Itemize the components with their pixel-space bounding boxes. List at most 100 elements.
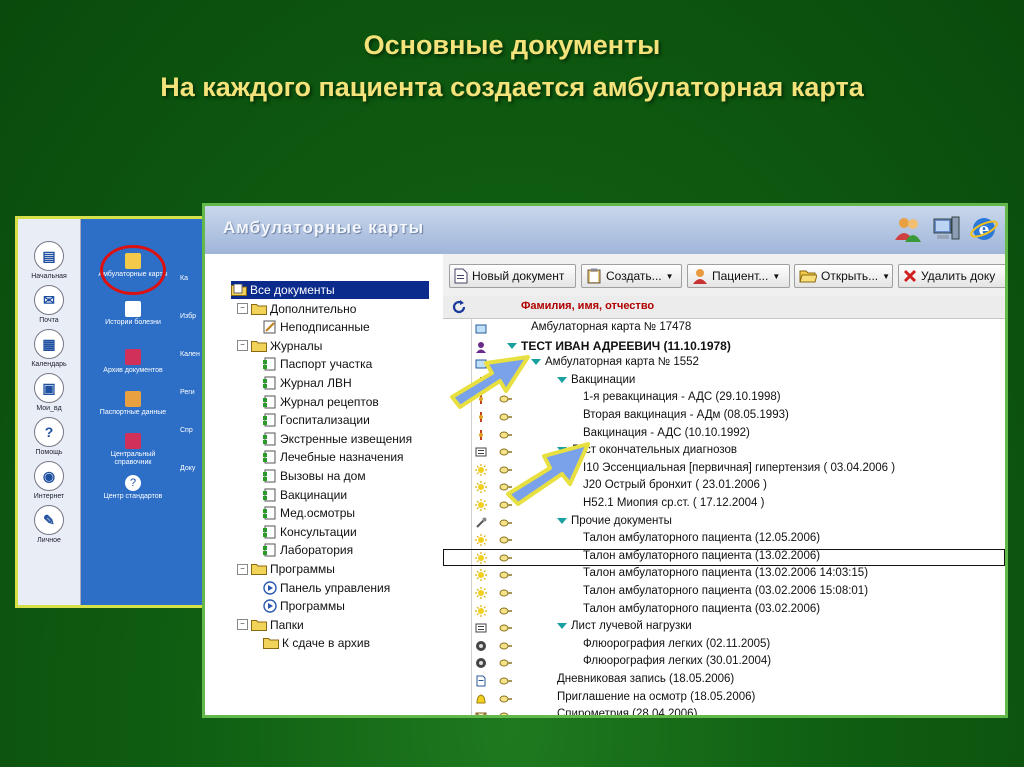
patient-button[interactable]: Пациент... ▼ bbox=[687, 264, 790, 288]
tree-item[interactable]: Лаборатория bbox=[263, 541, 353, 559]
collapse-icon[interactable]: − bbox=[237, 340, 248, 352]
ambulatory-cards-window: Амбулаторные карты e Все документы − Допол… bbox=[202, 203, 1008, 718]
grid-row[interactable]: Лист лучевой нагрузки bbox=[443, 619, 1005, 637]
tree-item-label: Мед.осмотры bbox=[280, 506, 356, 521]
grid-row[interactable]: Флюорография легких (30.01.2004) bbox=[443, 654, 1005, 672]
collapse-icon[interactable]: − bbox=[237, 303, 248, 315]
desktop-item-calendar[interactable]: ▦ Календарь bbox=[18, 329, 80, 368]
grid-row-label: I10 Эссенциальная [первичная] гипертензи… bbox=[583, 461, 896, 474]
navigation-tree: Все документы − Дополнительно Неподписанные… bbox=[205, 254, 444, 715]
desktop-item-label: Центр стандартов bbox=[103, 493, 163, 500]
journal-icon bbox=[263, 450, 276, 464]
tree-item[interactable]: Вызовы на дом bbox=[263, 467, 366, 485]
grid-row[interactable]: Дневниковая запись (18.05.2006) bbox=[443, 672, 1005, 690]
desktop-item-label: Паспортные данные bbox=[99, 409, 167, 416]
create-button[interactable]: Создать... ▼ bbox=[581, 264, 682, 288]
journal-icon bbox=[263, 488, 276, 502]
desktop-item-app[interactable]: Центральный справочник bbox=[96, 433, 170, 467]
tree-item[interactable]: Панель управления bbox=[263, 579, 390, 597]
grid-row[interactable]: Талон амбулаторного пациента (03.02.2006… bbox=[443, 602, 1005, 620]
new-document-button[interactable]: Новый документ bbox=[449, 264, 576, 288]
open-button[interactable]: Открыть... ▼ bbox=[794, 264, 893, 288]
tree-item[interactable]: − Программы bbox=[237, 560, 335, 578]
tree-item[interactable]: Лечебные назначения bbox=[263, 448, 404, 466]
create-dropdown-icon: ▼ bbox=[665, 271, 674, 281]
tree-item[interactable]: Консультации bbox=[263, 523, 357, 541]
desktop-item-app[interactable]: Истории болезни bbox=[96, 301, 170, 327]
expand-triangle-icon[interactable] bbox=[557, 623, 567, 630]
folder-icon bbox=[251, 303, 267, 315]
attachment-icon bbox=[499, 659, 512, 667]
tree-item[interactable]: Все документы bbox=[231, 281, 429, 299]
tree-item[interactable]: Паспорт участка bbox=[263, 355, 372, 373]
tree-item[interactable]: К сдаче в архив bbox=[263, 634, 370, 652]
grid-row-label: Талон амбулаторного пациента (03.02.2006… bbox=[583, 585, 869, 597]
grid-row[interactable]: Амбулаторная карта № 17478 bbox=[443, 320, 1005, 338]
tree-item-label: Журнал рецептов bbox=[280, 394, 379, 409]
tree-item[interactable]: Программы bbox=[263, 597, 345, 615]
window-title: Амбулаторные карты bbox=[223, 218, 425, 237]
tree-item-label: Госпитализации bbox=[280, 413, 370, 428]
diagnosis-icon bbox=[475, 534, 487, 547]
users-icon[interactable] bbox=[893, 214, 923, 244]
personal-icon: ✎ bbox=[34, 505, 64, 535]
desktop-item-documents[interactable]: ▣ Мои_вд bbox=[18, 373, 80, 412]
journal-icon bbox=[263, 376, 276, 390]
tree-item[interactable]: Неподписанные bbox=[263, 318, 370, 336]
desktop-item-help[interactable]: ? Помощь bbox=[18, 417, 80, 456]
delete-document-button[interactable]: Удалить доку bbox=[898, 264, 1005, 288]
tree-item-label: Неподписанные bbox=[280, 320, 370, 335]
grid-row[interactable]: Прочие документы bbox=[443, 514, 1005, 532]
grid-row[interactable]: Флюорография легких (02.11.2005) bbox=[443, 637, 1005, 655]
column-header-name[interactable]: Фамилия, имя, отчество bbox=[521, 300, 654, 312]
tree-item-label: Программы bbox=[270, 562, 335, 576]
tree-item[interactable]: Вакцинации bbox=[263, 486, 347, 504]
help-icon: ? bbox=[34, 417, 64, 447]
people-icon bbox=[125, 391, 141, 407]
desktop-item-mail[interactable]: ✉ Почта bbox=[18, 285, 80, 324]
tree-item[interactable]: − Журналы bbox=[237, 337, 322, 355]
desktop-item-app[interactable]: Паспортные данные bbox=[96, 391, 170, 417]
grid-row[interactable]: Талон амбулаторного пациента (13.02.2006… bbox=[443, 566, 1005, 584]
new-document-icon bbox=[454, 268, 468, 284]
collapse-icon[interactable]: − bbox=[237, 619, 248, 631]
computer-icon[interactable] bbox=[931, 214, 961, 244]
slide-title-line2: На каждого пациента создается амбулаторн… bbox=[160, 72, 864, 102]
expand-triangle-icon[interactable] bbox=[557, 517, 567, 524]
desktop-item-app[interactable]: Архив документов bbox=[96, 349, 170, 375]
refresh-icon[interactable] bbox=[451, 299, 467, 315]
diagnosis-icon bbox=[475, 587, 487, 599]
grid-row[interactable]: Талон амбулаторного пациента (13.02.2006… bbox=[443, 548, 1005, 567]
tree-item[interactable]: Журнал рецептов bbox=[263, 393, 379, 411]
grid-row-content: ТЕСТ ИВАН АДРЕЕВИЧ (11.10.1978) bbox=[507, 339, 731, 353]
tree-item-label: Дополнительно bbox=[270, 301, 357, 316]
desktop-item-app[interactable]: ? Центр стандартов bbox=[96, 475, 170, 501]
grid-row[interactable]: Талон амбулаторного пациента (12.05.2006… bbox=[443, 531, 1005, 549]
grid-row-content: Приглашение на осмотр (18.05.2006) bbox=[557, 691, 755, 703]
desktop-item-label: Календарь bbox=[31, 361, 67, 368]
tree-item[interactable]: Экстренные извещения bbox=[263, 430, 412, 448]
collapse-icon[interactable]: − bbox=[237, 563, 248, 575]
grid-row-label: Прочие документы bbox=[571, 514, 672, 527]
tree-item[interactable]: − Папки bbox=[237, 616, 304, 634]
tree-item[interactable]: − Дополнительно bbox=[237, 300, 356, 318]
folder-icon bbox=[251, 340, 267, 352]
tree-item[interactable]: Мед.осмотры bbox=[263, 504, 355, 522]
expand-triangle-icon[interactable] bbox=[557, 376, 567, 383]
clipboard-icon bbox=[587, 268, 601, 284]
xray-icon bbox=[476, 658, 486, 669]
diagnosis-icon bbox=[475, 463, 487, 476]
desktop-item-personal[interactable]: ✎ Личное bbox=[18, 505, 80, 544]
grid-row[interactable]: Талон амбулаторного пациента (03.02.2006… bbox=[443, 584, 1005, 602]
tree-item[interactable]: Госпитализации bbox=[263, 411, 370, 429]
tree-item-label: Панель управления bbox=[280, 580, 391, 595]
grid-row-content: Вторая вакцинация - АДм (08.05.1993) bbox=[583, 409, 789, 421]
card-icon bbox=[475, 324, 487, 334]
browser-icon[interactable]: e bbox=[969, 214, 999, 244]
desktop-item-internet[interactable]: ◉ Интернет bbox=[18, 461, 80, 500]
desktop-item-home[interactable]: ▤ Начальная bbox=[18, 241, 80, 280]
desktop-item-label: Начальная bbox=[31, 273, 67, 280]
tree-item[interactable]: Журнал ЛВН bbox=[263, 374, 352, 392]
grid-row[interactable]: Спирометрия (28.04.2006) bbox=[443, 707, 1005, 715]
grid-row[interactable]: Приглашение на осмотр (18.05.2006) bbox=[443, 690, 1005, 708]
